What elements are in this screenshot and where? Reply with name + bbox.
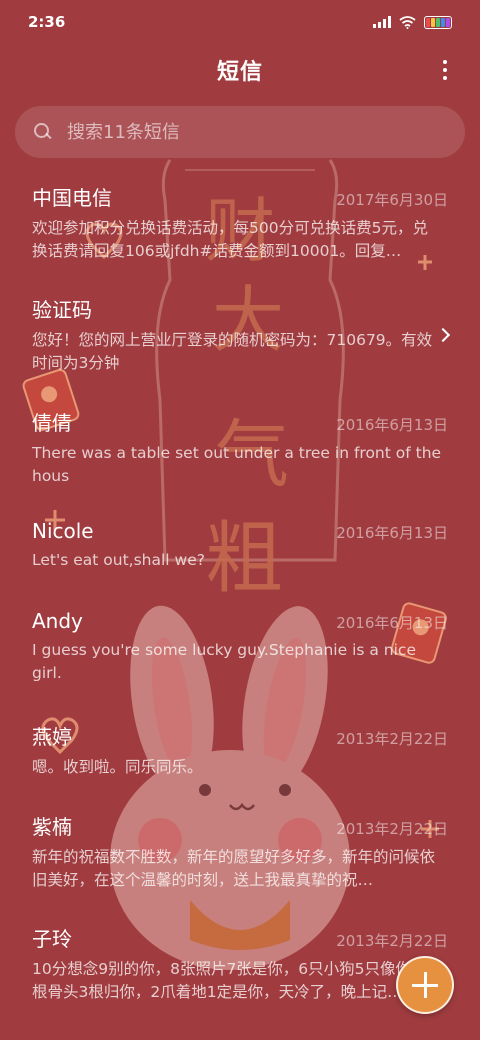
contact-name: 燕婷	[32, 725, 72, 749]
page-title: 短信	[216, 60, 263, 85]
contact-name: 验证码	[32, 298, 92, 322]
message-date: 2016年6月13日	[336, 614, 448, 632]
app-header: 短信	[0, 44, 480, 96]
contact-name: 紫楠	[32, 815, 72, 839]
message-header: Nicole 2016年6月13日	[32, 519, 448, 543]
message-date: 2013年2月22日	[336, 820, 448, 838]
wifi-icon	[399, 15, 416, 29]
status-time: 2:36	[28, 13, 66, 31]
message-header: 燕婷 2013年2月22日	[32, 721, 448, 750]
message-preview: There was a table set out under a tree i…	[32, 444, 442, 485]
message-header: 倩倩 2016年6月13日	[32, 407, 448, 436]
message-header: 子玲 2013年2月22日	[32, 923, 448, 952]
contact-name: Nicole	[32, 519, 94, 543]
message-item[interactable]: 验证码您好！您的网上营业厅登录的随机密码为：710679。有效时间为3分钟	[0, 284, 480, 397]
message-date: 2017年6月30日	[336, 191, 448, 209]
search-input[interactable]	[67, 121, 447, 143]
more-vertical-icon[interactable]	[438, 56, 452, 84]
search-icon	[33, 122, 53, 142]
battery-segment	[436, 17, 440, 27]
message-header: 紫楠 2013年2月22日	[32, 811, 448, 840]
message-preview: 嗯。收到啦。同乐同乐。	[32, 758, 203, 776]
message-header: Andy 2016年6月13日	[32, 609, 448, 633]
signal-icon	[373, 16, 391, 28]
message-item[interactable]: 燕婷 2013年2月22日嗯。收到啦。同乐同乐。	[0, 711, 480, 801]
message-item[interactable]: Nicole 2016年6月13日 Let's eat out,shall we?	[0, 509, 480, 599]
message-preview: 新年的祝福数不胜数，新年的愿望好多好多，新年的问候依旧美好，在这个温馨的时刻，送…	[32, 848, 436, 889]
message-item[interactable]: Andy 2016年6月13日 I guess you're some lucky …	[0, 599, 480, 711]
message-header: 验证码	[32, 294, 448, 323]
message-date: 2016年6月13日	[336, 524, 448, 542]
message-item[interactable]: 紫楠 2013年2月22日新年的祝福数不胜数，新年的愿望好多好多，新年的问候依旧美…	[0, 801, 480, 913]
message-date: 2013年2月22日	[336, 932, 448, 950]
contact-name: Andy	[32, 609, 83, 633]
message-item[interactable]: 倩倩 2016年6月13日 There was a table set out un…	[0, 397, 480, 509]
status-icons	[373, 15, 452, 29]
battery-icon	[424, 15, 452, 29]
message-date: 2013年2月22日	[336, 730, 448, 748]
message-list: 中国电信 2017年6月30日欢迎参加积分兑换话费活动，每500分可兑换话费5元，…	[0, 172, 480, 1025]
contact-name: 中国电信	[32, 186, 112, 210]
message-preview: 您好！您的网上营业厅登录的随机密码为：710679。有效时间为3分钟	[32, 331, 433, 372]
battery-segment	[446, 17, 450, 27]
contact-name: 倩倩	[32, 411, 72, 435]
new-message-button[interactable]	[396, 956, 454, 1014]
search-bar[interactable]	[15, 106, 465, 158]
battery-segment	[431, 17, 435, 27]
contact-name: 子玲	[32, 927, 72, 951]
message-preview: I guess you're some lucky guy.Stephanie …	[32, 641, 416, 682]
message-header: 中国电信 2017年6月30日	[32, 182, 448, 211]
message-preview: Let's eat out,shall we?	[32, 551, 205, 569]
status-bar: 2:36	[0, 0, 480, 44]
message-item[interactable]: 中国电信 2017年6月30日欢迎参加积分兑换话费活动，每500分可兑换话费5元，…	[0, 172, 480, 284]
message-date: 2016年6月13日	[336, 416, 448, 434]
message-preview: 欢迎参加积分兑换话费活动，每500分可兑换话费5元，兑换话费请回复106或jfd…	[32, 219, 428, 260]
battery-segment	[426, 17, 430, 27]
message-preview: 10分想念9别的你，8张照片7张是你，6只小狗5只像你，4根骨头3根归你，2爪着…	[32, 960, 437, 1001]
battery-segment	[441, 17, 445, 27]
